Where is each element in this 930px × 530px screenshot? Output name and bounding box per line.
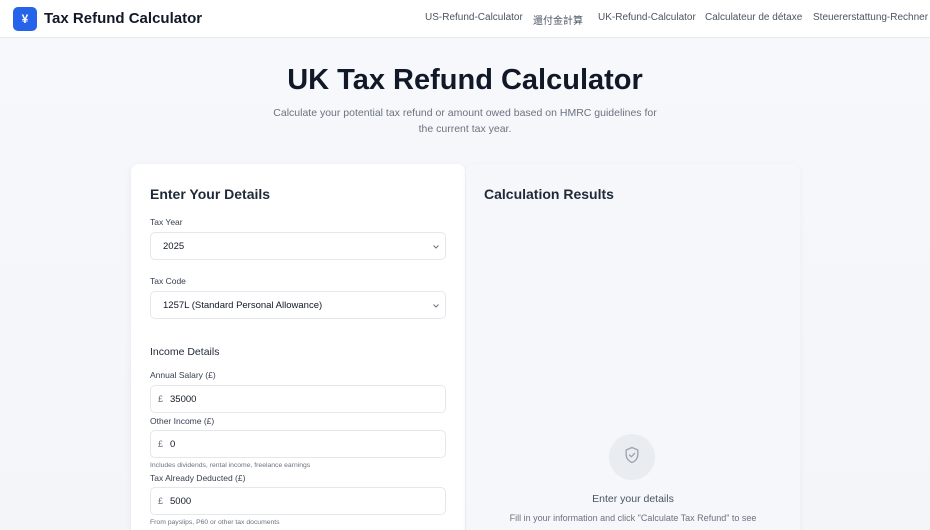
page-subtitle: Calculate your potential tax refund or a…: [273, 107, 657, 135]
nav-us-refund[interactable]: US-Refund-Calculator: [425, 12, 523, 23]
brand-title[interactable]: Tax Refund Calculator: [44, 10, 202, 27]
shield-check-icon: [622, 445, 642, 470]
currency-prefix: £: [158, 496, 164, 506]
chevron-down-icon: [433, 242, 439, 251]
chevron-down-icon: [433, 301, 439, 310]
tax-code-select[interactable]: 1257L (Standard Personal Allowance): [150, 291, 446, 319]
results-title: Calculation Results: [484, 186, 614, 202]
tax-code-label: Tax Code: [150, 276, 186, 286]
empty-state-text: Fill in your information and click "Calc…: [509, 513, 757, 523]
nav-uk-refund[interactable]: UK-Refund-Calculator: [598, 12, 696, 23]
logo-icon[interactable]: ¥: [13, 7, 37, 31]
salary-value: 35000: [170, 394, 197, 405]
details-title: Enter Your Details: [150, 186, 271, 202]
page-title: UK Tax Refund Calculator: [287, 64, 643, 96]
tax-year-select[interactable]: 2025: [150, 232, 446, 260]
currency-prefix: £: [158, 439, 164, 449]
tax-year-value: 2025: [163, 240, 185, 252]
other-income-value: 0: [170, 439, 176, 450]
empty-state-icon-circle: [609, 434, 655, 480]
tax-deducted-label: Tax Already Deducted (£): [150, 473, 246, 483]
currency-prefix: £: [158, 394, 164, 404]
tax-deducted-input[interactable]: £ 5000: [150, 487, 446, 515]
other-income-help: Includes dividends, rental income, freel…: [150, 462, 311, 469]
tax-deducted-value: 5000: [170, 496, 192, 507]
empty-state-title: Enter your details: [592, 493, 674, 505]
salary-input[interactable]: £ 35000: [150, 385, 446, 413]
nav-japanese-refund[interactable]: 還付金計算: [533, 12, 583, 27]
top-header: ¥ Tax Refund Calculator US-Refund-Calcul…: [0, 0, 930, 38]
tax-code-value: 1257L (Standard Personal Allowance): [163, 299, 323, 311]
nav-french-refund[interactable]: Calculateur de détaxe: [705, 12, 802, 23]
salary-label: Annual Salary (£): [150, 370, 216, 380]
nav-german-refund[interactable]: Steuererstattung-Rechner: [813, 12, 928, 23]
other-income-label: Other Income (£): [150, 416, 215, 426]
income-details-heading: Income Details: [150, 346, 220, 358]
tax-deducted-help: From payslips, P60 or other tax document…: [150, 519, 280, 526]
other-income-input[interactable]: £ 0: [150, 430, 446, 458]
tax-year-label: Tax Year: [150, 217, 183, 227]
